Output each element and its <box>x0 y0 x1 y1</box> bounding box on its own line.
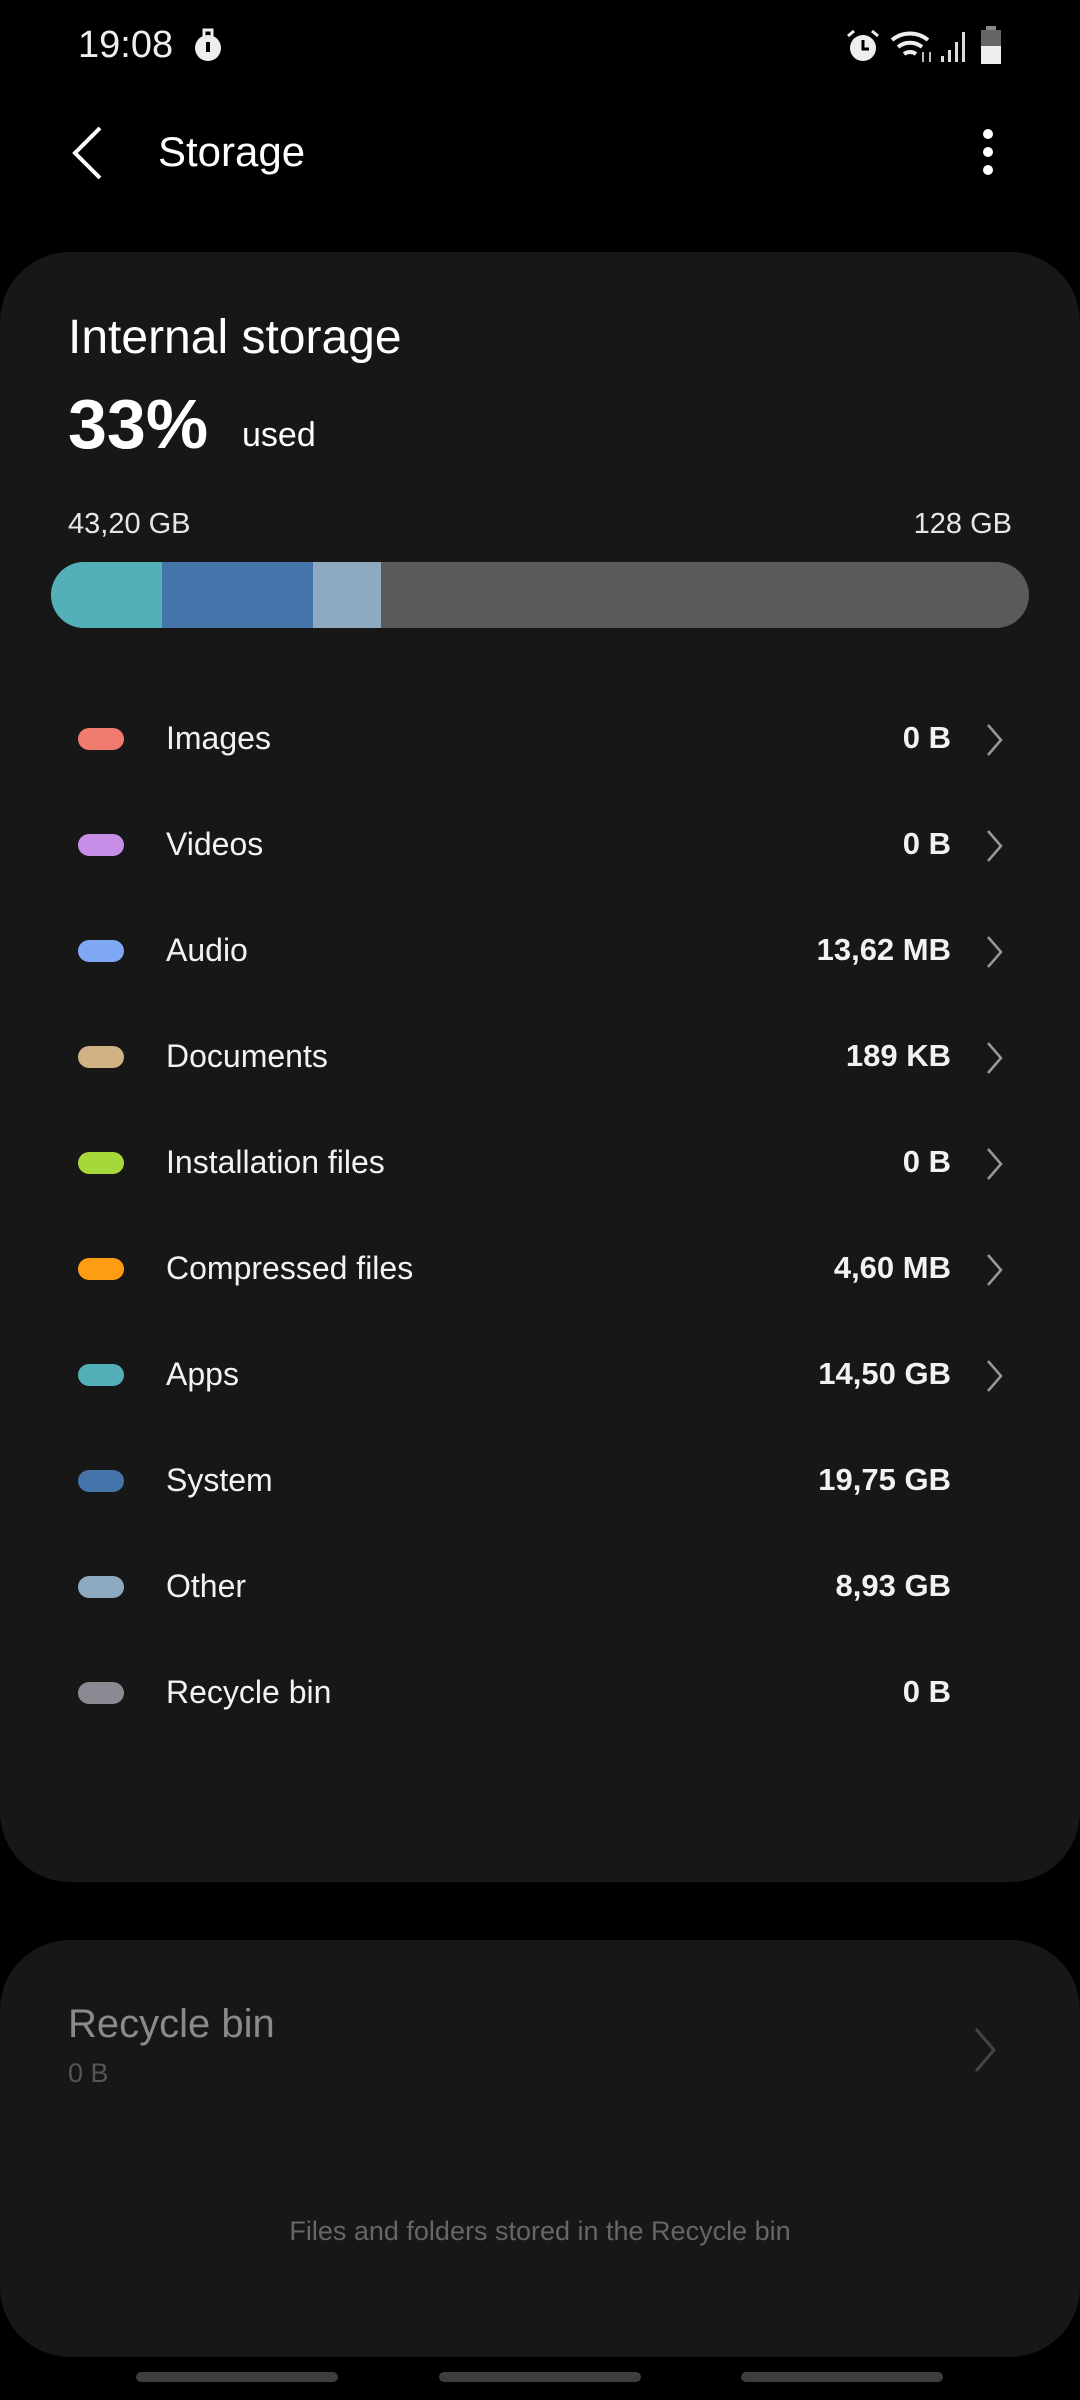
status-bar: 19:08 <box>0 0 1080 90</box>
category-label: Videos <box>166 826 264 862</box>
chevron-right-icon <box>987 1254 1003 1286</box>
category-label: Compressed files <box>166 1250 414 1286</box>
bar-segment-system <box>161 562 313 628</box>
category-size: 14,50 GB <box>818 1356 951 1391</box>
signal-icon <box>941 32 965 62</box>
bar-segment-apps <box>51 562 162 628</box>
chevron-right-icon <box>987 936 1003 968</box>
category-row-audio[interactable]: Audio 13,62 MB <box>0 898 1080 1004</box>
category-label: Documents <box>166 1038 328 1074</box>
category-label: Images <box>166 720 271 756</box>
battery-icon <box>981 26 1001 64</box>
color-dot-icon <box>78 1364 124 1386</box>
chevron-right-icon <box>987 724 1003 756</box>
back-button[interactable] <box>70 125 104 181</box>
data-saver-icon <box>195 28 221 61</box>
category-row-recycle-bin: Recycle bin 0 B <box>0 1640 1080 1746</box>
recycle-bin-description: Files and folders stored in the Recycle … <box>289 2216 791 2246</box>
chevron-right-icon <box>987 1360 1003 1392</box>
color-dot-icon <box>78 1470 124 1492</box>
chevron-right-icon <box>987 1148 1003 1180</box>
category-row-installation-files[interactable]: Installation files 0 B <box>0 1110 1080 1216</box>
category-size: 189 KB <box>845 1038 951 1073</box>
category-label: Apps <box>166 1356 239 1392</box>
category-size: 13,62 MB <box>816 932 951 967</box>
chevron-right-icon <box>987 1042 1003 1074</box>
chevron-right-icon <box>974 2028 996 2072</box>
category-row-apps[interactable]: Apps 14,50 GB <box>0 1322 1080 1428</box>
total-amount: 128 GB <box>913 508 1012 540</box>
internal-storage-title: Internal storage <box>68 311 402 364</box>
page-title: Storage <box>158 128 306 175</box>
recycle-bin-card[interactable]: Recycle bin 0 B Files and folders stored… <box>0 1940 1080 2357</box>
category-size: 0 B <box>902 1144 951 1179</box>
category-size: 0 B <box>902 720 951 755</box>
alarm-icon <box>847 29 879 61</box>
color-dot-icon <box>78 1576 124 1598</box>
color-dot-icon <box>78 1682 124 1704</box>
category-row-system: System 19,75 GB <box>0 1428 1080 1534</box>
used-amount: 43,20 GB <box>68 508 191 540</box>
category-size: 0 B <box>902 1674 951 1709</box>
bar-segment-other <box>312 562 381 628</box>
category-label: Other <box>166 1568 247 1604</box>
category-label: Audio <box>166 932 248 968</box>
nav-home-button[interactable] <box>439 2372 641 2382</box>
category-row-documents[interactable]: Documents 189 KB <box>0 1004 1080 1110</box>
category-size: 0 B <box>902 826 951 861</box>
storage-usage-bar <box>51 562 1029 628</box>
nav-back-button[interactable] <box>741 2372 943 2382</box>
category-row-images[interactable]: Images 0 B <box>0 686 1080 792</box>
color-dot-icon <box>78 834 124 856</box>
recycle-bin-title: Recycle bin <box>68 2002 275 2046</box>
category-label: Installation files <box>166 1144 385 1180</box>
category-size: 19,75 GB <box>818 1462 951 1497</box>
category-label: Recycle bin <box>166 1674 332 1710</box>
category-size: 8,93 GB <box>835 1568 951 1603</box>
clock: 19:08 <box>78 24 174 66</box>
chevron-right-icon <box>987 830 1003 862</box>
color-dot-icon <box>78 940 124 962</box>
color-dot-icon <box>78 728 124 750</box>
recycle-bin-size: 0 B <box>68 2058 109 2088</box>
color-dot-icon <box>78 1258 124 1280</box>
wifi-icon <box>890 31 931 62</box>
category-row-other: Other 8,93 GB <box>0 1534 1080 1640</box>
color-dot-icon <box>78 1152 124 1174</box>
color-dot-icon <box>78 1046 124 1068</box>
nav-recents-button[interactable] <box>136 2372 338 2382</box>
more-options-button[interactable] <box>976 126 1000 182</box>
category-row-videos[interactable]: Videos 0 B <box>0 792 1080 898</box>
used-percent: 33% <box>68 385 209 463</box>
category-size: 4,60 MB <box>833 1250 951 1285</box>
category-row-compressed-files[interactable]: Compressed files 4,60 MB <box>0 1216 1080 1322</box>
category-label: System <box>166 1462 273 1498</box>
internal-storage-card: Internal storage 33% used 43,20 GB 128 G… <box>0 252 1080 1882</box>
used-label: used <box>242 416 316 454</box>
